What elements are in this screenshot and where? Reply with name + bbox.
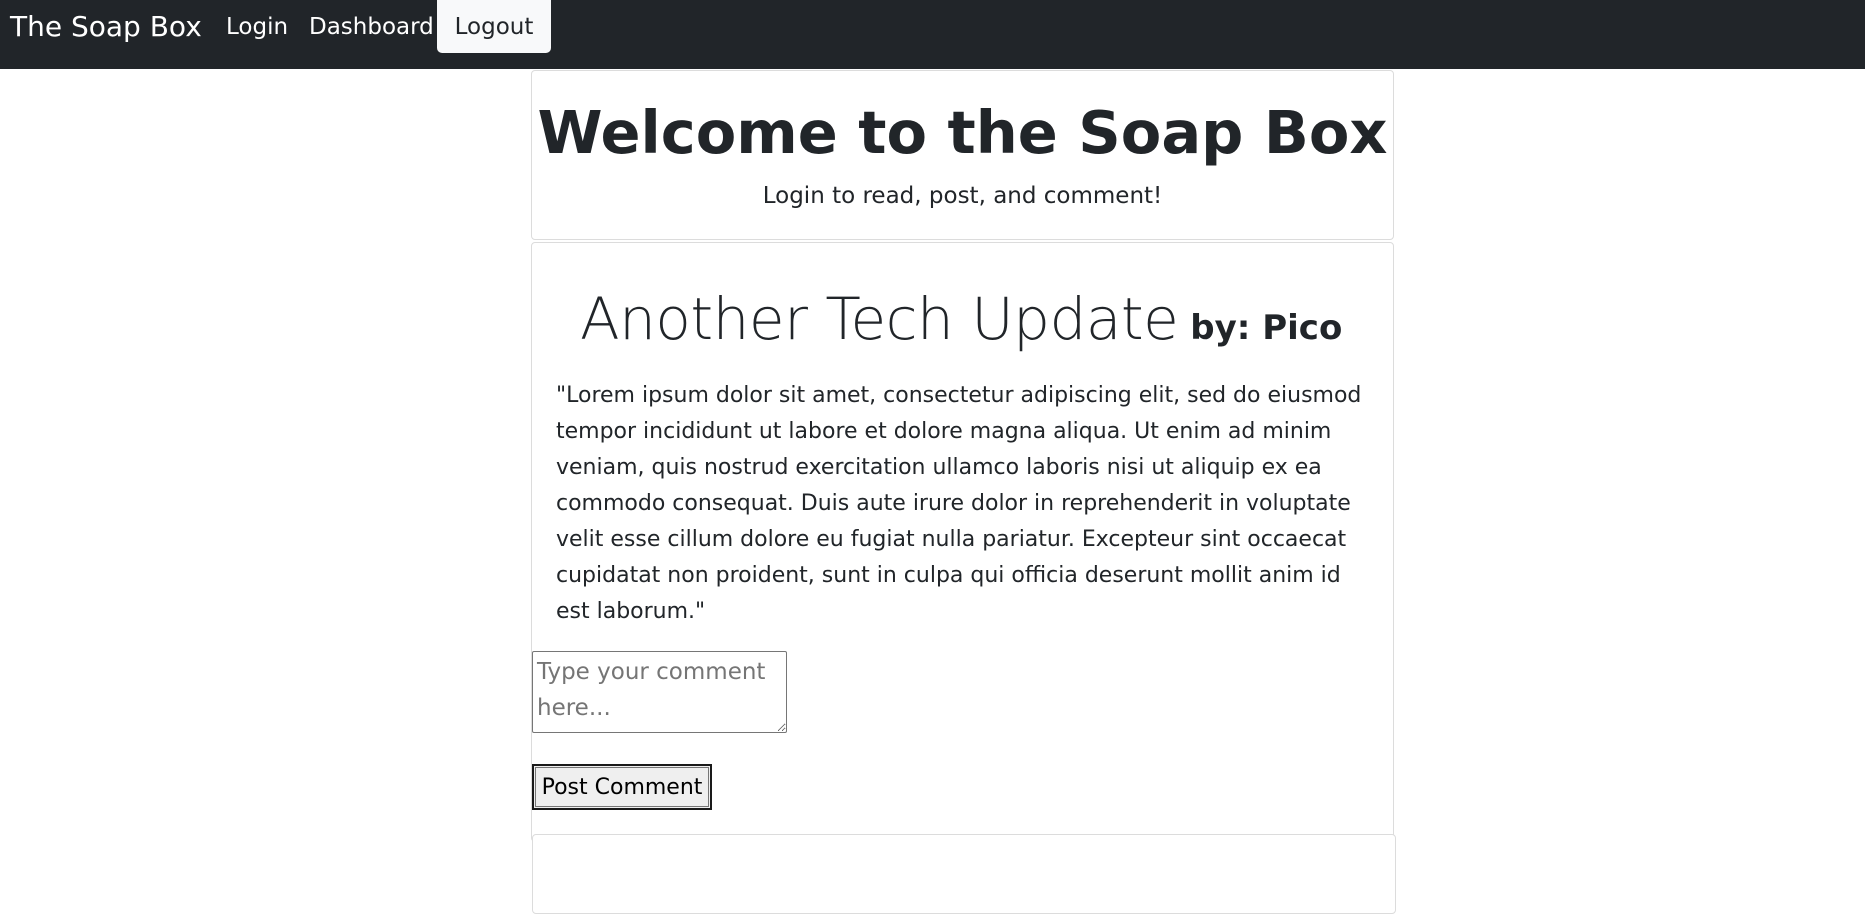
post-comment-button[interactable]: Post Comment	[532, 764, 712, 810]
comment-input[interactable]	[532, 651, 787, 733]
next-post-card	[532, 834, 1396, 914]
post-title: Another Tech Update	[580, 285, 1179, 353]
welcome-subtitle: Login to read, post, and comment!	[762, 183, 1163, 209]
brand-link[interactable]: The Soap Box	[10, 10, 202, 43]
post-card: Another Tech Update by: Pico "Lorem ipsu…	[531, 242, 1394, 842]
post-author: by: Pico	[1190, 308, 1343, 348]
logout-button[interactable]: Logout	[437, 0, 551, 53]
nav-dashboard-link[interactable]: Dashboard	[309, 14, 434, 40]
post-body: "Lorem ipsum dolor sit amet, consectetur…	[556, 383, 1362, 624]
page-title: Welcome to the Soap Box	[537, 98, 1388, 167]
post-heading: Another Tech Update by: Pico	[580, 285, 1342, 353]
nav-login-link[interactable]: Login	[226, 14, 288, 40]
welcome-card: Welcome to the Soap Box	[531, 70, 1394, 240]
top-navbar: The Soap Box Login Dashboard Logout	[0, 0, 1865, 69]
